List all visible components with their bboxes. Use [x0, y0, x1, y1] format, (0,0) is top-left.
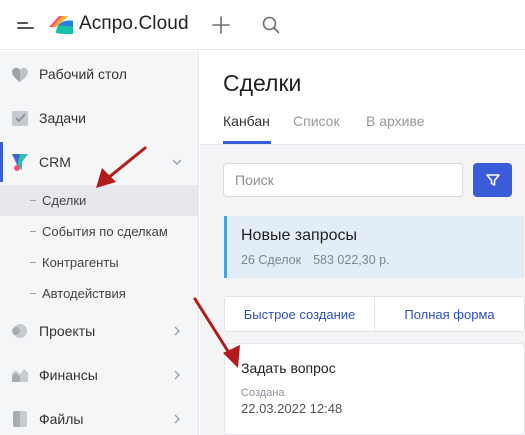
top-bar: Аспро.Cloud: [0, 0, 525, 50]
stage-card[interactable]: Новые запросы 26 Сделок 583 022,30 р.: [224, 216, 524, 278]
tab-list[interactable]: Список: [293, 113, 340, 129]
deal-created-date: 22.03.2022 12:48: [241, 401, 343, 416]
tab-archive[interactable]: В архиве: [366, 113, 425, 129]
active-tab-indicator: [223, 141, 271, 144]
sidebar-subitem-counterparties[interactable]: Контрагенты: [0, 247, 199, 278]
check-icon: [12, 111, 28, 126]
chevron-down-icon[interactable]: [171, 156, 183, 168]
files-icon: [13, 411, 27, 427]
sidebar-item-tasks[interactable]: Задачи: [0, 96, 199, 140]
sidebar: Рабочий стол Задачи CRM Сделки События п…: [0, 51, 199, 435]
tab-kanban[interactable]: Канбан: [223, 113, 270, 129]
sidebar-item-crm[interactable]: CRM: [0, 140, 199, 184]
sidebar-item-projects[interactable]: Проекты: [0, 309, 199, 353]
page-title: Сделки: [223, 70, 302, 96]
projects-icon: [12, 324, 27, 338]
sidebar-item-files[interactable]: Файлы: [0, 397, 199, 435]
main-content: Сделки Канбан Список В архиве Новые запр…: [200, 51, 525, 435]
quick-create-button[interactable]: Быстрое создание: [225, 297, 374, 331]
stage-count: 26 Сделок: [241, 253, 302, 267]
dash-marker: [30, 262, 36, 263]
full-form-button[interactable]: Полная форма: [375, 297, 524, 331]
stage-amount: 583 022,30 р.: [313, 253, 390, 267]
dash-marker: [30, 200, 36, 201]
filter-icon: [485, 174, 500, 186]
page-header: Сделки Канбан Список В архиве: [200, 51, 525, 145]
sidebar-subitem-deals[interactable]: Сделки: [0, 185, 199, 216]
dash-marker: [30, 293, 36, 294]
sidebar-item-finance[interactable]: Финансы: [0, 353, 199, 397]
sidebar-subitem-autoactions[interactable]: Автодействия: [0, 278, 199, 309]
heart-icon: [12, 67, 28, 82]
menu-icon[interactable]: [17, 19, 35, 31]
dash-marker: [30, 231, 36, 232]
chevron-right-icon[interactable]: [171, 325, 183, 337]
sidebar-item-desktop[interactable]: Рабочий стол: [0, 52, 199, 96]
crm-funnel-icon: [12, 154, 28, 171]
sidebar-subitem-label: Автодействия: [42, 286, 126, 301]
deal-title: Задать вопрос: [241, 360, 336, 376]
chevron-right-icon[interactable]: [171, 369, 183, 381]
stage-title: Новые запросы: [241, 227, 357, 244]
deal-created-label: Создана: [241, 387, 285, 399]
sidebar-item-label: Файлы: [39, 411, 84, 427]
logo-icon: [49, 16, 73, 34]
sidebar-item-label: Рабочий стол: [39, 66, 127, 82]
sidebar-subitem-label: Контрагенты: [42, 255, 119, 270]
search-input[interactable]: [223, 163, 463, 197]
sidebar-item-label: Задачи: [39, 110, 87, 126]
sidebar-subitem-label: Сделки: [42, 193, 87, 208]
stage-meta: 26 Сделок 583 022,30 р.: [241, 253, 390, 267]
sidebar-item-label: Финансы: [39, 367, 98, 383]
add-icon[interactable]: [208, 12, 234, 38]
search-icon[interactable]: [258, 12, 284, 38]
chevron-right-icon[interactable]: [171, 413, 183, 425]
create-buttons: Быстрое создание Полная форма: [224, 296, 525, 332]
deal-card[interactable]: Задать вопрос Создана 22.03.2022 12:48: [224, 343, 525, 435]
filter-button[interactable]: [473, 163, 512, 197]
brand-name[interactable]: Аспро.Cloud: [79, 13, 189, 35]
finance-icon: [12, 369, 28, 382]
sidebar-subitem-label: События по сделкам: [42, 224, 168, 239]
sidebar-subitem-deal-events[interactable]: События по сделкам: [0, 216, 199, 247]
sidebar-item-label: Проекты: [39, 323, 96, 339]
sidebar-item-label: CRM: [39, 154, 71, 170]
